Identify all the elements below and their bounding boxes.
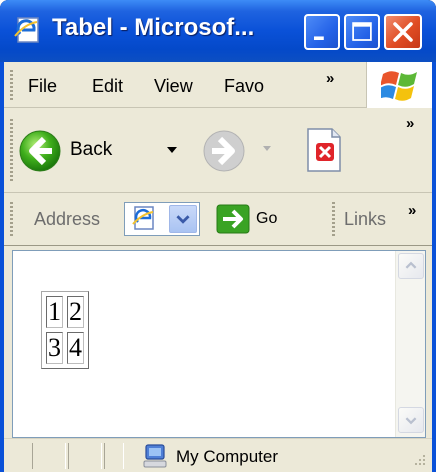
close-button[interactable] xyxy=(384,14,422,50)
vertical-scrollbar[interactable] xyxy=(395,251,425,437)
table-row: 3 4 xyxy=(46,332,84,364)
go-button-label[interactable]: Go xyxy=(256,210,277,228)
go-arrow-icon[interactable] xyxy=(216,204,250,234)
ie-page-icon xyxy=(14,17,39,43)
status-bar: My Computer xyxy=(4,438,432,472)
status-pane xyxy=(104,443,124,469)
back-label: Back xyxy=(70,139,113,160)
status-pane xyxy=(32,443,66,469)
title-bar[interactable]: Tabel - Microsof... xyxy=(0,0,436,62)
resize-grip-icon[interactable] xyxy=(408,450,428,470)
address-overflow-chevron[interactable]: » xyxy=(408,202,416,219)
content-table: 1 2 3 4 xyxy=(41,291,89,369)
links-grip[interactable] xyxy=(332,202,335,238)
menu-grip[interactable] xyxy=(10,70,13,100)
menu-file[interactable]: File xyxy=(28,76,57,97)
my-computer-icon xyxy=(143,444,167,468)
windows-logo-icon xyxy=(381,71,417,101)
back-button[interactable]: Back xyxy=(18,125,188,177)
address-input[interactable] xyxy=(124,202,200,236)
address-grip[interactable] xyxy=(10,202,13,238)
close-icon xyxy=(393,22,413,42)
stop-page-icon[interactable] xyxy=(304,127,344,173)
security-zone-label: My Computer xyxy=(176,447,279,466)
window-client: File Edit View Favo » Back » Address Go … xyxy=(4,62,432,472)
scroll-down-button[interactable] xyxy=(398,407,424,433)
menu-bar: File Edit View Favo » xyxy=(4,62,432,108)
ie-page-icon xyxy=(132,206,154,230)
table-cell: 3 xyxy=(46,332,63,364)
forward-dropdown-icon[interactable] xyxy=(262,145,272,153)
table-cell: 1 xyxy=(46,296,63,328)
toolbar-overflow-chevron[interactable]: » xyxy=(406,115,414,132)
toolbar-grip[interactable] xyxy=(10,119,13,183)
table-cell: 2 xyxy=(67,296,84,328)
forward-arrow-icon[interactable] xyxy=(202,129,246,173)
status-pane xyxy=(68,443,102,469)
menu-view[interactable]: View xyxy=(154,76,193,97)
windows-logo-area xyxy=(366,62,432,108)
window-title: Tabel - Microsof... xyxy=(52,14,255,41)
browser-window: Tabel - Microsof... File Edit View Favo … xyxy=(0,0,436,472)
maximize-icon xyxy=(352,22,372,41)
table-row: 1 2 xyxy=(46,296,84,328)
minimize-icon xyxy=(314,36,324,40)
standard-toolbar: Back » xyxy=(4,109,432,193)
back-dropdown-icon[interactable] xyxy=(166,145,178,155)
address-bar: Address Go Links » xyxy=(4,194,432,246)
page-content: 1 2 3 4 xyxy=(12,250,426,438)
links-label[interactable]: Links xyxy=(344,209,386,230)
chevron-down-icon xyxy=(405,417,417,425)
minimize-button[interactable] xyxy=(304,14,340,50)
window-frame-right xyxy=(432,62,436,472)
menu-edit[interactable]: Edit xyxy=(92,76,123,97)
address-dropdown-button[interactable] xyxy=(169,205,197,233)
chevron-up-icon xyxy=(405,261,417,269)
address-label: Address xyxy=(34,209,101,229)
back-arrow-icon xyxy=(19,130,61,172)
chevron-down-icon xyxy=(176,215,190,224)
menu-overflow-chevron[interactable]: » xyxy=(326,70,334,87)
table-cell: 4 xyxy=(67,332,84,364)
scroll-up-button[interactable] xyxy=(398,253,424,279)
menu-favorites[interactable]: Favo xyxy=(224,76,264,97)
maximize-button[interactable] xyxy=(344,14,380,50)
